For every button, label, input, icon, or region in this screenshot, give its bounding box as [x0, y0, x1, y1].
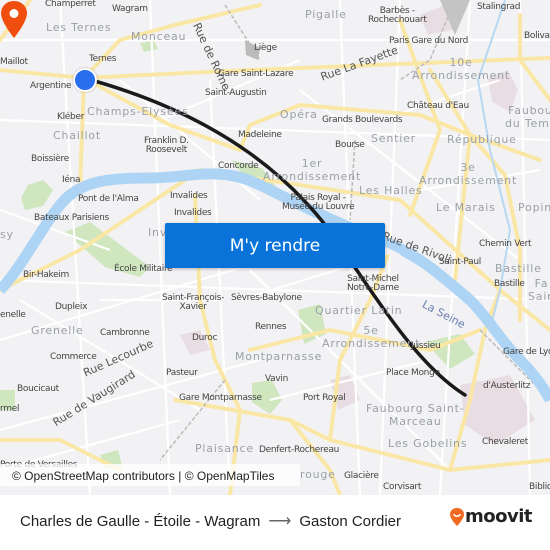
moovit-logo[interactable]: moovit [449, 506, 533, 527]
attribution-text[interactable]: © OpenStreetMap contributors | © OpenMap… [12, 469, 274, 483]
map-label-les-halles: Les Halles [359, 184, 423, 197]
map-label-chevaleret: Chevaleret [482, 437, 528, 447]
map-label-franklin-roosevelt: Franklin D. Roosevelt [144, 136, 189, 155]
map-label-faubourg-temple: Faubourgdu Temple [505, 104, 550, 130]
map-label-champerret: Champerret [45, 0, 96, 9]
moovit-wordmark: moovit [465, 506, 533, 527]
map-label-dupleix: Dupleix [55, 302, 88, 312]
map-label-chemin-vert: Chemin Vert [479, 239, 532, 249]
map-label-boucicaut: Boucicaut [17, 384, 59, 394]
map-label-palais-royal: Palais Royal - Musée du Louvre [282, 193, 355, 212]
map-label-liege: Liège [254, 43, 277, 53]
park-trocadero [21, 180, 53, 210]
map-label-port-royal: Port Royal [303, 393, 346, 403]
map-label-montrouge: rouge [300, 468, 336, 481]
map-label-pont-de-lalma: Pont de l'Alma [78, 194, 139, 204]
map-label-carmel: rmel [0, 404, 20, 414]
map-label-monceau: Monceau [131, 30, 187, 43]
map-label-grands-boulevards: Grands Boulevards [322, 115, 403, 125]
map-label-bir-hakeim: Bir-Hakeim [23, 270, 70, 280]
map-label-plaisance: Plaisance [195, 442, 254, 455]
map-label-cambronne: Cambronne [100, 328, 150, 338]
map-label-gare-montparnasse: Gare Montparnasse [179, 393, 262, 403]
map-label-corvisart: Corvisart [383, 482, 422, 492]
map-label-montparnasse: Montparnasse [235, 350, 323, 363]
map-label-les-ternes: Les Ternes [46, 21, 112, 34]
map-label-grenelle-station: enelle [0, 310, 26, 320]
map-label-quartier-latin: Quartier Latin [315, 304, 403, 317]
map-label-champs-elysees: Champs-Elysées [87, 105, 189, 118]
map-label-grenelle: Grenelle [31, 324, 84, 337]
map-label-opera: Opéra [280, 108, 318, 121]
map-label-popincourt: Popin [518, 201, 550, 214]
map-label-chateau-deau: Château d'Eau [407, 101, 469, 111]
map-label-paris-gare-du-nord: Paris Gare du Nord [389, 36, 469, 46]
map-label-invalides-2: Invalides [174, 208, 212, 218]
map-label-5e: 5e Arrondissement [322, 324, 421, 350]
map-label-denfert-rochereau: Denfert-Rochereau [259, 445, 340, 455]
route-footer: Charles de Gaulle - Étoile - Wagram ⟶ Ga… [0, 495, 550, 550]
map-attribution: © OpenStreetMap contributors | © OpenMap… [0, 464, 300, 486]
map-label-vavin: Vavin [265, 374, 289, 384]
map-label-jussieu: Jussieu [411, 341, 441, 351]
map-label-wagram: Wagram [112, 4, 148, 14]
map-label-saint-augustin: Saint-Augustin [205, 88, 267, 98]
map-label-gare-saint-lazare: Gare Saint-Lazare [218, 69, 294, 79]
map-label-pasteur: Pasteur [166, 368, 198, 378]
map-label-iena: Iéna [62, 175, 81, 185]
map-label-austerlitz: d'Austerlitz [483, 381, 531, 391]
map-label-commerce: Commerce [50, 352, 97, 362]
map-label-argentine: Argentine [30, 81, 72, 91]
map-label-faubourg-st-antoine: FaSain [528, 277, 550, 303]
map-label-barbes: Barbès - Rochechouart [368, 6, 427, 25]
arrow-right-icon: ⟶ [268, 513, 292, 530]
map-label-kleber: Kléber [57, 112, 85, 122]
map-label-pigalle: Pigalle [305, 8, 347, 21]
map-label-madeleine: Madeleine [238, 130, 282, 140]
map-label-1er: 1er Arrondissement [263, 157, 362, 183]
map-label-duroc: Duroc [192, 333, 218, 343]
map-label-republique: République [447, 133, 517, 146]
map-label-maillot: Maillot [0, 57, 28, 67]
moovit-pin-icon [450, 507, 464, 526]
map-label-concorde: Concorde [218, 161, 259, 171]
map-label-le-marais: Le Marais [436, 201, 496, 214]
map-label-place-monge: Place Monge [386, 368, 440, 378]
route-summary: Charles de Gaulle - Étoile - Wagram ⟶ Ga… [20, 511, 401, 531]
map-label-ecole-militaire: École Militaire [114, 264, 173, 274]
map-label-chaillot: Chaillot [53, 129, 102, 142]
map-label-sevres-babylone: Sèvres-Babylone [231, 293, 302, 303]
map-label-boissiere: Boissière [31, 154, 69, 164]
map-label-passy: sy [0, 228, 14, 241]
map-label-3e: 3e Arrondissement [419, 161, 518, 187]
map-label-ternes: Ternes [89, 54, 117, 64]
map-label-gare-de-lyon: Gare de Lyon [503, 347, 550, 357]
map-label-les-gobelins: Les Gobelins [388, 437, 468, 450]
map-label-bourse: Bourse [335, 140, 365, 150]
map-label-10e: 10e Arrondissement [412, 56, 511, 82]
map-canvas[interactable]: Les Ternes Monceau Pigalle Champs-Elysées Ch… [0, 0, 550, 495]
map-label-glaciere: Glacière [344, 471, 379, 481]
map-label-rennes: Rennes [255, 322, 287, 332]
map-label-bastille: Bastille [494, 279, 525, 289]
map-label-bastille-district: Bastille [495, 262, 542, 275]
map-label-invalides-1: Invalides [170, 191, 208, 201]
map-label-saint-michel: Saint-Michel Notre-Dame [347, 274, 399, 293]
map-label-saint-francois-xavier: Saint-François- Xavier [162, 293, 225, 312]
map-label-bateaux-parisiens: Bateaux Parisiens [34, 213, 109, 223]
map-label-stalingrad: Stalingrad [477, 2, 521, 12]
map-label-faubourg-st-marceau: Faubourg Saint- Marceau [366, 402, 465, 428]
get-directions-button[interactable]: M'y rendre [165, 223, 385, 268]
map-label-bibliotheque: Biblio [529, 482, 550, 492]
destination-name: Gaston Cordier [299, 512, 402, 530]
map-label-bolivar: Bolivar [524, 31, 550, 41]
origin-name: Charles de Gaulle - Étoile - Wagram [20, 512, 261, 530]
origin-marker[interactable] [73, 68, 97, 92]
map-label-sentier: Sentier [371, 132, 416, 145]
destination-pin-icon[interactable] [0, 0, 28, 40]
